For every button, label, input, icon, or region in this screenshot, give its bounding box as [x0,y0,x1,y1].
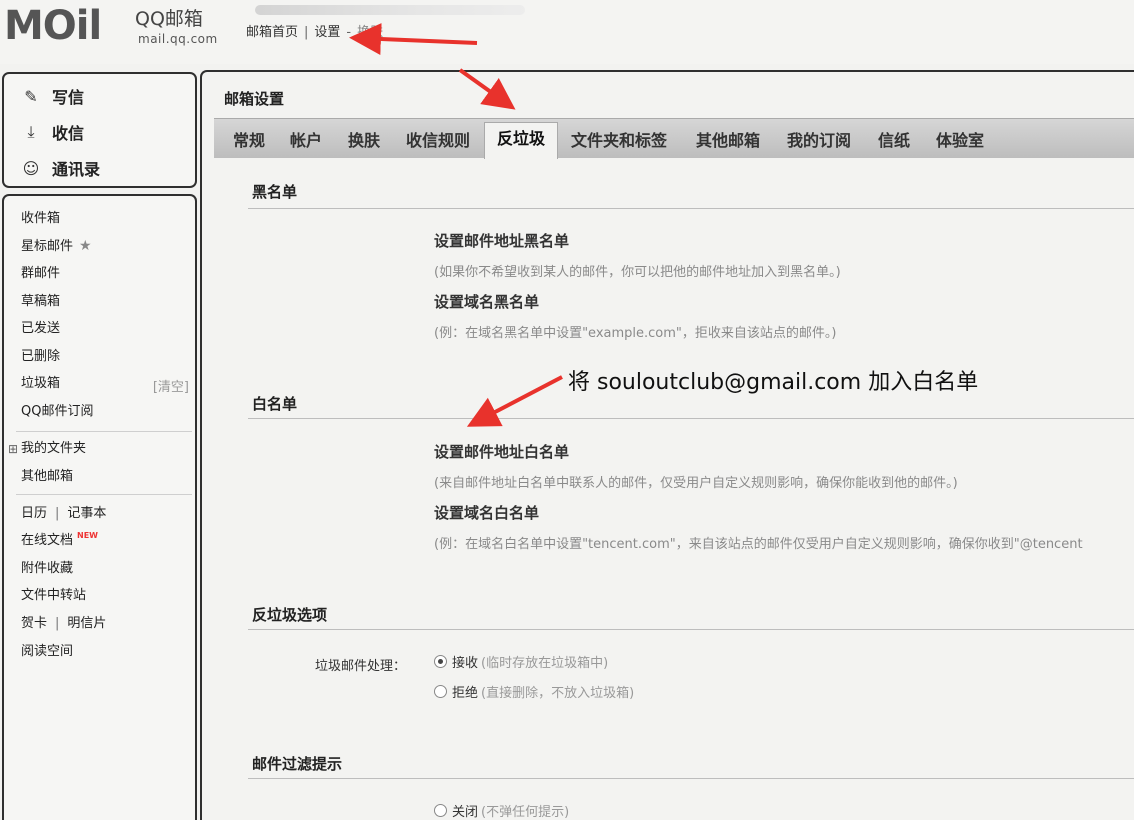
sidebar-item-starred[interactable]: 星标邮件 ★ [21,238,92,255]
sidebar-item-file-transfer[interactable]: 文件中转站 [21,588,86,604]
filter-prompt-title: 邮件过滤提示 [252,755,343,773]
greeting-card-link[interactable]: 贺卡 [21,616,47,631]
sidebar-item-drafts[interactable]: 草稿箱 [21,294,60,310]
sidebar-item-deleted[interactable]: 已删除 [21,349,60,365]
tab-other-mailbox[interactable]: 其他邮箱 [696,125,760,159]
domain-blacklist-link[interactable]: 设置域名黑名单 [434,291,539,312]
tab-lab[interactable]: 体验室 [936,125,984,159]
sidebar-item-sent[interactable]: 已发送 [21,321,60,337]
postcard-link[interactable]: 明信片 [67,616,106,631]
breadcrumb-separator: | [304,25,309,40]
sidebar-item-attachments[interactable]: 附件收藏 [21,561,73,577]
breadcrumb: 邮箱首页 | 设置 - 换肤 [246,25,383,41]
sidebar-nav: 收件箱 星标邮件 ★ 群邮件 草稿箱 已发送 已删除 垃圾箱 [清空] QQ邮件订… [2,194,197,820]
tab-skin[interactable]: 换肤 [348,125,380,159]
reject-label: 拒绝 [452,685,479,701]
domain-whitelist-desc: (例：在域名白名单中设置"tencent.com"，来自该站点的邮件仅受用户自定… [434,537,1083,552]
sidebar-item-label: 星标邮件 [21,239,74,254]
section-divider [248,778,1134,779]
calendar-link[interactable]: 日历 [21,506,47,521]
tab-my-subscriptions[interactable]: 我的订阅 [787,125,851,159]
separator: | [55,616,60,631]
sidebar-item-reading-space[interactable]: 阅读空间 [21,644,73,660]
online-docs-label: 在线文档 [21,533,74,548]
antispam-options-title: 反垃圾选项 [252,606,328,624]
receive-label: 收信 [52,124,85,143]
address-whitelist-desc: (来自邮件地址白名单中联系人的邮件，仅受用户自定义规则影响，确保你能收到他的邮件… [434,476,958,491]
address-whitelist-link[interactable]: 设置邮件地址白名单 [434,441,569,462]
sidebar-item-other-mailbox[interactable]: 其他邮箱 [21,469,73,485]
new-badge: NEW [77,531,98,540]
breadcrumb-separator: - [346,25,352,40]
star-icon: ★ [79,238,92,254]
accept-radio[interactable] [434,654,447,668]
address-blacklist-link[interactable]: 设置邮件地址黑名单 [434,230,569,251]
section-divider [248,629,1134,630]
tab-mail-rules[interactable]: 收信规则 [406,125,470,159]
accept-hint: (临时存放在垃圾箱中) [481,655,609,671]
sidebar-item-online-docs[interactable]: 在线文档 NEW [21,531,98,550]
blacklist-section-title: 黑名单 [252,183,298,201]
spam-reject-option[interactable]: 拒绝 (直接删除，不放入垃圾箱) [434,682,635,701]
header: MOil QQ邮箱 mail.qq.com 邮箱首页 | 设置 - 换肤 [0,0,1134,64]
domain-blacklist-desc: (例：在域名黑名单中设置"example.com"，拒收来自该站点的邮件。) [434,326,837,341]
compose-label: 写信 [52,88,85,107]
contacts-button[interactable]: ☺ 通讯录 [20,155,100,181]
settings-panel: 邮箱设置 常规 帐户 换肤 收信规则 反垃圾 文件夹和标签 其他邮箱 我的订阅 … [200,70,1134,820]
reject-radio[interactable] [434,684,447,698]
whitelist-section-title: 白名单 [252,395,298,413]
pencil-icon: ✎ [24,86,38,106]
page-title: 邮箱设置 [224,90,285,108]
compose-button[interactable]: ✎ 写信 [20,83,84,109]
logo-domain: mail.qq.com [138,32,218,46]
logo-title: QQ邮箱 [135,8,203,30]
sidebar-item-inbox[interactable]: 收件箱 [21,211,60,227]
sidebar-item-group-mail[interactable]: 群邮件 [21,266,60,282]
qq-mail-logo[interactable]: MOil QQ邮箱 mail.qq.com [4,4,234,48]
inbox-download-icon: ⤓ [27,122,35,141]
contacts-label: 通讯录 [52,160,101,179]
tab-antispam[interactable]: 反垃圾 [484,122,559,159]
sidebar-item-calendar-notepad: 日历 | 记事本 [21,506,106,522]
address-blacklist-desc: (如果你不希望收到某人的邮件，你可以把他的邮件地址加入到黑名单。) [434,265,841,280]
tab-folders-labels[interactable]: 文件夹和标签 [571,125,667,159]
filter-off-option[interactable]: 关闭 (不弹任何提示) [434,801,570,820]
sidebar-divider [16,494,192,495]
spam-handling-label: 垃圾邮件处理： [315,659,407,674]
quick-actions-panel: ✎ 写信 ⤓ 收信 ☺ 通讯录 [2,72,197,188]
contact-icon: ☺ [22,158,40,178]
section-divider [248,208,1134,209]
filter-off-label: 关闭 [452,804,479,820]
tab-general[interactable]: 常规 [233,125,265,159]
breadcrumb-skin-link[interactable]: 换肤 [357,25,383,40]
logo-mark: MOil [4,3,102,49]
settings-tabs: 常规 帐户 换肤 收信规则 反垃圾 文件夹和标签 其他邮箱 我的订阅 信纸 体验… [214,118,1134,159]
blurred-account-info [255,5,525,15]
domain-whitelist-link[interactable]: 设置域名白名单 [434,502,539,523]
clear-spam-link[interactable]: [清空] [153,376,189,395]
sidebar-item-spam[interactable]: 垃圾箱 [21,376,60,392]
accept-label: 接收 [452,655,479,671]
tab-stationery[interactable]: 信纸 [878,125,910,159]
section-divider [248,418,1134,419]
receive-mail-button[interactable]: ⤓ 收信 [20,119,84,145]
sidebar-item-my-folders[interactable]: 我的文件夹 [21,441,86,457]
sidebar-item-cards: 贺卡 | 明信片 [21,616,106,632]
annotation-text: 将 souloutclub@gmail.com 加入白名单 [568,370,979,395]
spam-accept-option[interactable]: 接收 (临时存放在垃圾箱中) [434,652,609,671]
separator: | [55,506,60,521]
tab-account[interactable]: 帐户 [290,125,322,159]
filter-off-radio[interactable] [434,803,447,817]
reject-hint: (直接删除，不放入垃圾箱) [481,685,635,701]
expand-folder-icon[interactable]: ⊞ [8,442,18,456]
breadcrumb-settings-link[interactable]: 设置 [314,25,340,40]
notepad-link[interactable]: 记事本 [67,506,106,521]
sidebar-item-qq-subscription[interactable]: QQ邮件订阅 [21,404,93,420]
sidebar-divider [16,431,192,432]
filter-off-hint: (不弹任何提示) [481,804,570,820]
breadcrumb-home-link[interactable]: 邮箱首页 [246,25,298,40]
